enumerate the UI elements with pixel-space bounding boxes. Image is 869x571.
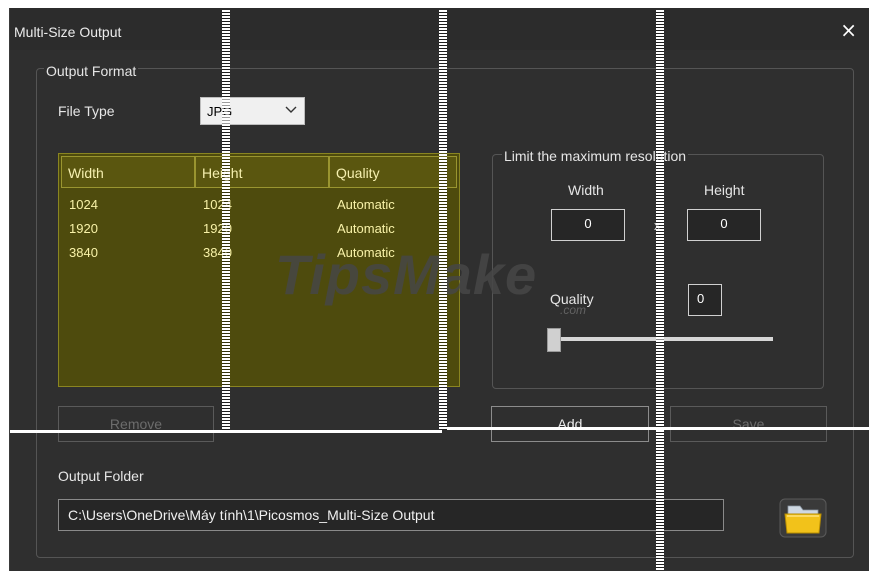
add-button[interactable]: Add	[491, 406, 649, 442]
stitch-divider	[656, 10, 664, 570]
remove-button[interactable]: Remove	[58, 406, 214, 442]
close-icon[interactable]: ×	[840, 20, 857, 40]
watermark-suffix: .com	[560, 303, 587, 317]
cell-width: 1024	[69, 197, 98, 212]
stitch-divider	[439, 10, 447, 430]
output-folder-label: Output Folder	[58, 468, 144, 484]
cell-width: 3840	[69, 245, 98, 260]
column-header-height[interactable]: Height	[195, 156, 329, 188]
folder-icon[interactable]	[778, 497, 828, 539]
stitch-line	[447, 427, 869, 430]
screenshot-margin	[0, 0, 10, 571]
limit-height-input[interactable]: 0	[687, 209, 761, 241]
limit-width-input[interactable]: 0	[551, 209, 625, 241]
table-header: Width Height Quality	[61, 156, 457, 190]
stitch-divider	[222, 10, 230, 430]
watermark-logo: TipsMake	[275, 243, 538, 306]
limit-height-label: Height	[704, 182, 745, 198]
output-folder-path[interactable]: C:\Users\OneDrive\Máy tính\1\Picosmos_Mu…	[58, 499, 724, 531]
column-header-quality[interactable]: Quality	[329, 156, 457, 188]
cell-quality: Automatic	[337, 221, 395, 236]
file-type-label: File Type	[58, 103, 115, 119]
window-title: Multi-Size Output	[14, 24, 122, 40]
cell-quality: Automatic	[337, 197, 395, 212]
column-header-width[interactable]: Width	[61, 156, 195, 188]
cell-width: 1920	[69, 221, 98, 236]
chevron-down-icon	[285, 106, 297, 113]
quality-slider-thumb[interactable]	[547, 328, 561, 352]
stitch-line	[10, 430, 442, 433]
output-format-legend: Output Format	[44, 63, 139, 79]
quality-input[interactable]: 0	[688, 284, 722, 316]
save-button[interactable]: Save	[670, 406, 827, 442]
limit-width-label: Width	[568, 182, 604, 198]
file-type-select[interactable]: JPG	[200, 97, 305, 125]
